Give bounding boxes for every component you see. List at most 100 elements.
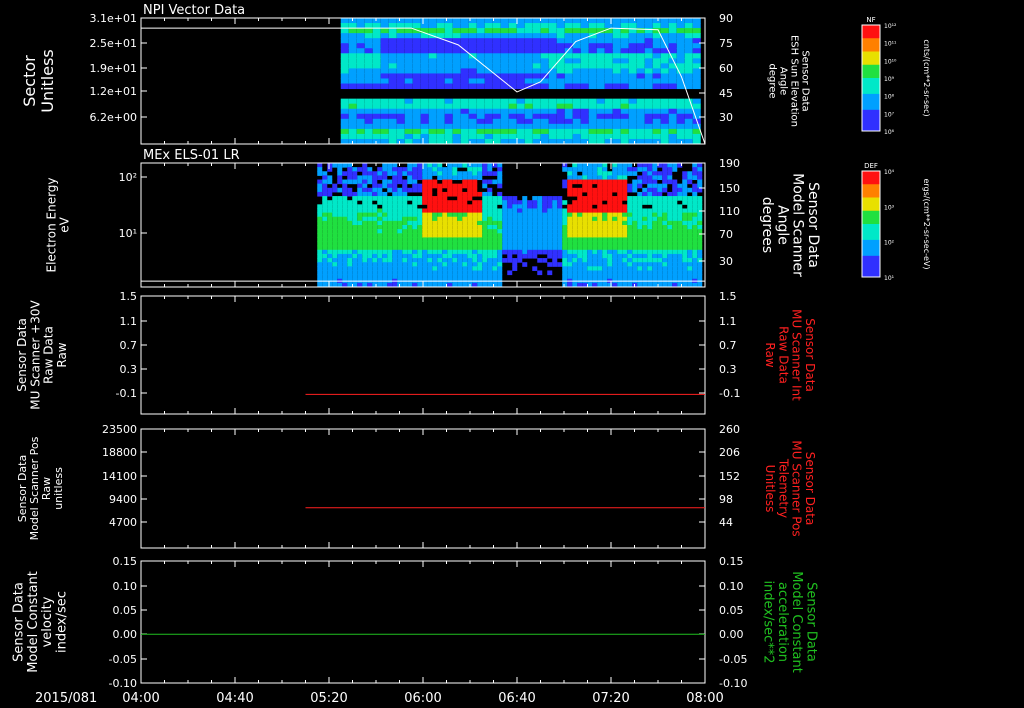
- heat-cell: [572, 262, 578, 267]
- heat-cell: [547, 233, 553, 238]
- heat-cell: [452, 183, 458, 189]
- heat-cell: [672, 191, 678, 197]
- heat-cell: [357, 262, 363, 267]
- heat-cell: [540, 83, 549, 90]
- heat-cell: [647, 200, 653, 205]
- heat-cell: [642, 175, 648, 181]
- heat-cell: [372, 225, 378, 230]
- heat-cell: [492, 249, 498, 255]
- heat-cell: [692, 175, 698, 181]
- heat-cell: [540, 33, 549, 39]
- heat-cell: [357, 237, 363, 243]
- heat-cell: [387, 204, 393, 209]
- heat-cell: [487, 270, 493, 276]
- heat-cell: [444, 123, 453, 130]
- heat-cell: [367, 216, 373, 222]
- heat-cell: [322, 191, 328, 197]
- heat-cell: [532, 253, 538, 259]
- heat-cell: [677, 216, 683, 222]
- heat-cell: [322, 270, 328, 276]
- heat-cell: [396, 108, 405, 115]
- heat-cell: [677, 225, 683, 230]
- heat-cell: [508, 118, 517, 125]
- heat-cell: [427, 229, 433, 234]
- heat-cell: [467, 175, 473, 181]
- heat-cell: [417, 253, 423, 259]
- heat-cell: [612, 73, 621, 79]
- heat-cell: [327, 270, 333, 276]
- heat-cell: [507, 245, 513, 251]
- heat-cell: [352, 270, 358, 276]
- heat-cell: [588, 58, 597, 64]
- heat-cell: [612, 98, 621, 105]
- heat-cell: [428, 118, 437, 125]
- heat-cell: [492, 108, 501, 115]
- heat-cell: [462, 208, 468, 214]
- heat-cell: [462, 270, 468, 276]
- heat-cell: [660, 78, 669, 85]
- heat-cell: [572, 204, 578, 209]
- heat-cell: [367, 225, 373, 230]
- heat-cell: [382, 274, 388, 280]
- heat-cell: [447, 253, 453, 259]
- heat-cell: [407, 216, 413, 222]
- heat-cell: [412, 63, 421, 69]
- heat-cell: [492, 229, 498, 234]
- heat-cell: [476, 43, 485, 49]
- heat-cell: [517, 225, 523, 230]
- heat-cell: [687, 229, 693, 234]
- heat-cell: [588, 123, 597, 130]
- heat-cell: [577, 229, 583, 234]
- heat-cell: [620, 123, 629, 130]
- heat-cell: [672, 270, 678, 276]
- y-tick-label: -0.05: [109, 653, 137, 666]
- heat-cell: [597, 229, 603, 234]
- heat-cell: [622, 208, 628, 214]
- heat-cell: [436, 23, 445, 29]
- heat-cell: [628, 98, 637, 105]
- heat-cell: [500, 23, 509, 29]
- heat-cell: [537, 204, 543, 209]
- heat-cell: [552, 204, 558, 209]
- heat-cell: [317, 204, 323, 209]
- heat-cell: [677, 220, 683, 226]
- heat-cell: [332, 270, 338, 276]
- heat-cell: [332, 225, 338, 230]
- heat-cell: [644, 18, 653, 24]
- heat-cell: [607, 175, 613, 181]
- heat-cell: [404, 38, 413, 44]
- heat-cell: [602, 253, 608, 259]
- heat-cell: [387, 262, 393, 267]
- heat-cell: [468, 118, 477, 125]
- right-y-tick-label: 152: [719, 470, 740, 483]
- heat-cell: [677, 253, 683, 259]
- heat-cell: [436, 68, 445, 74]
- heat-cell: [692, 103, 701, 110]
- heat-cell: [552, 212, 558, 218]
- heat-cell: [647, 220, 653, 226]
- heat-cell: [404, 98, 413, 105]
- heat-cell: [697, 200, 703, 205]
- heat-cell: [508, 53, 517, 59]
- heat-cell: [588, 118, 597, 125]
- heat-cell: [548, 108, 557, 115]
- heat-cell: [460, 133, 469, 140]
- heat-cell: [427, 270, 433, 276]
- heat-cell: [532, 123, 541, 130]
- heat-cell: [472, 216, 478, 222]
- heat-cell: [392, 258, 398, 263]
- heat-cell: [687, 233, 693, 238]
- heat-cell: [444, 23, 453, 29]
- heat-cell: [644, 83, 653, 90]
- heat-cell: [672, 241, 678, 247]
- heat-cell: [382, 204, 388, 209]
- heat-cell: [487, 216, 493, 222]
- heat-cell: [592, 249, 598, 255]
- heat-cell: [668, 118, 677, 125]
- heat-cell: [332, 249, 338, 255]
- heat-cell: [572, 68, 581, 74]
- heat-cell: [636, 68, 645, 74]
- heat-cell: [468, 33, 477, 39]
- heat-cell: [522, 225, 528, 230]
- heat-cell: [452, 123, 461, 130]
